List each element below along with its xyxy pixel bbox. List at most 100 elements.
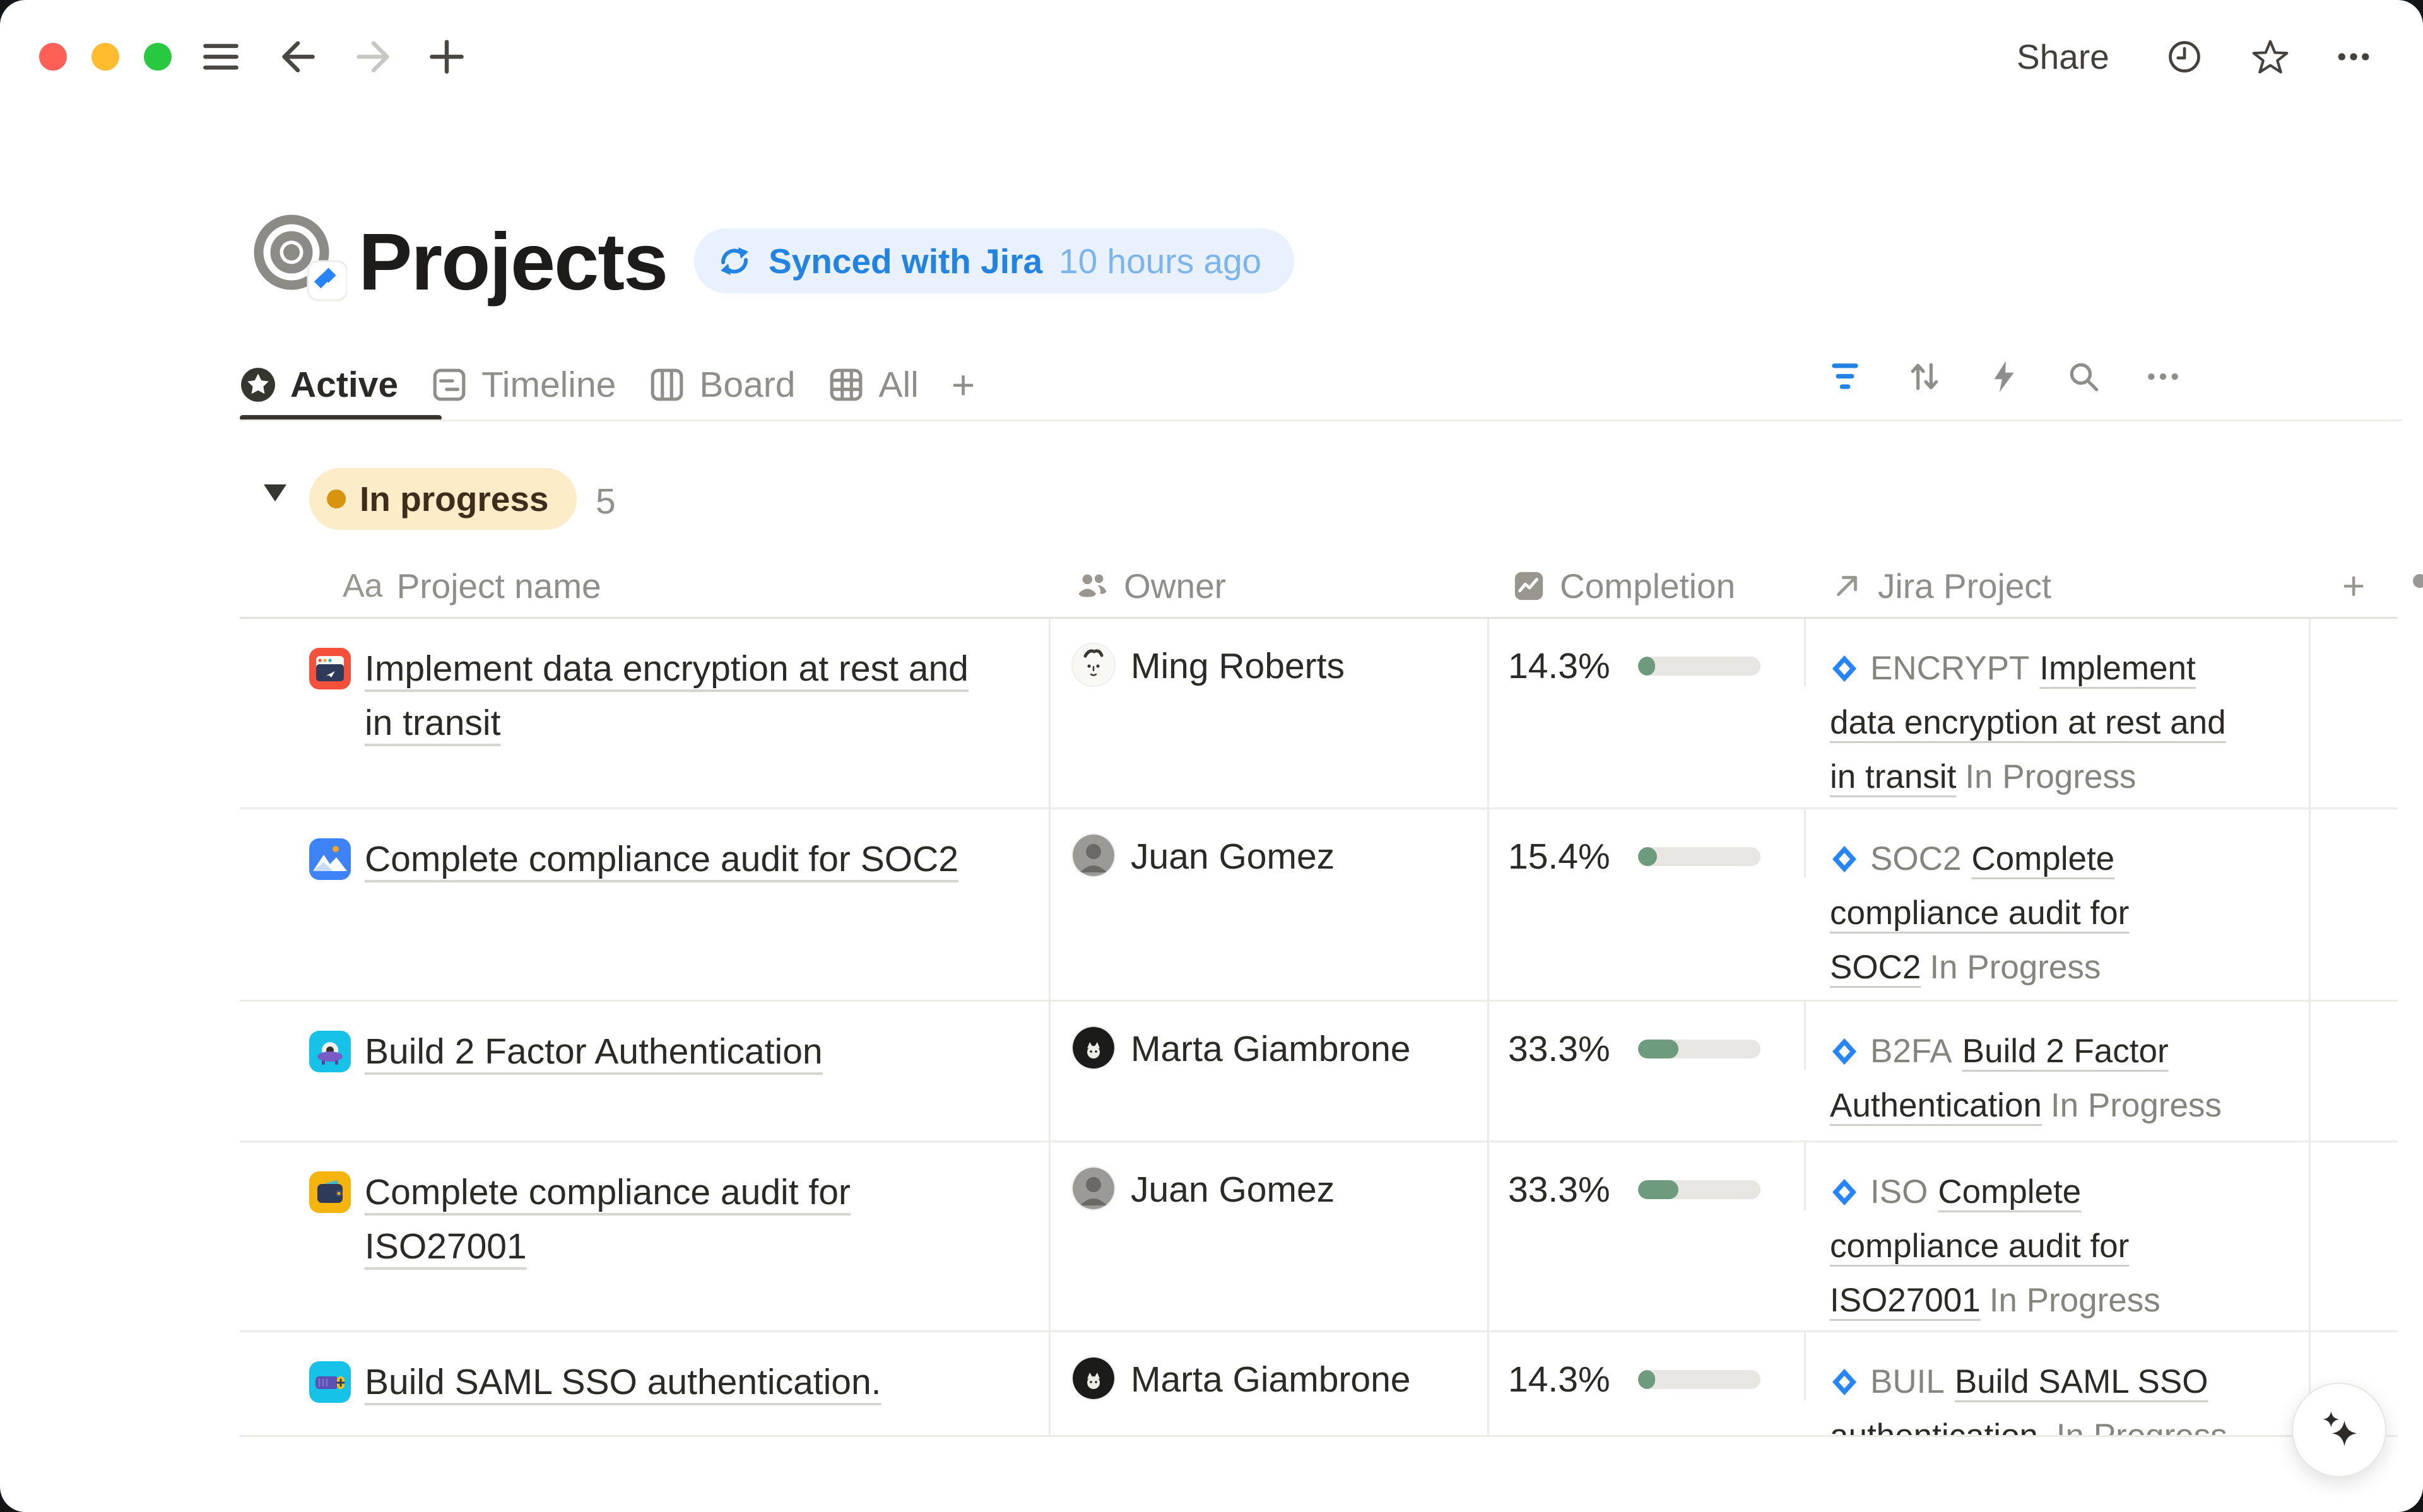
view-tabs: Active Timeline Board All +	[240, 353, 975, 416]
completion-cell: 33.3%	[1489, 1002, 1806, 1070]
jira-project-cell: ISOComplete compliance audit for ISO2700…	[1806, 1142, 2311, 1330]
jira-key: BUIL	[1870, 1363, 1945, 1400]
completion-percent: 14.3%	[1508, 1359, 1610, 1400]
share-button[interactable]: Share	[2017, 37, 2109, 77]
column-header-project-name[interactable]: Aa Project name	[240, 555, 1051, 617]
jira-project-cell: BUILBuild SAML SSO authentication.In Pro…	[1806, 1332, 2311, 1435]
completion-cell: 14.3%	[1489, 1332, 1806, 1400]
table-row: Complete compliance audit for SOC2 Juan …	[240, 809, 2398, 1002]
jira-key: ISO	[1870, 1173, 1928, 1210]
history-clock-icon[interactable]	[2166, 38, 2203, 76]
owner-cell: Juan Gomez	[1051, 809, 1489, 1000]
sync-label: Synced with Jira	[769, 241, 1042, 281]
column-header-owner[interactable]: Owner	[1051, 555, 1489, 617]
table-header-row: Aa Project name Owner Completion Jira P	[240, 555, 2398, 619]
owner-cell: Ming Roberts	[1051, 619, 1489, 807]
sync-time: 10 hours ago	[1059, 241, 1261, 281]
jira-status: In Progress	[1990, 1282, 2161, 1319]
add-column-button[interactable]: +	[2311, 555, 2398, 617]
sync-arrows-icon	[717, 243, 752, 279]
jira-project-link[interactable]: ISOComplete compliance audit for ISO2700…	[1830, 1165, 2234, 1328]
completion-cell: 15.4%	[1489, 809, 1806, 877]
page-title[interactable]: Projects	[358, 216, 667, 308]
project-name-cell: Build 2 Factor Authentication	[240, 1002, 1051, 1140]
completion-percent: 14.3%	[1508, 645, 1610, 687]
tab-active[interactable]: Active	[240, 364, 398, 406]
jira-project-link[interactable]: ENCRYPTImplement data encryption at rest…	[1830, 642, 2234, 804]
status-dot-icon	[327, 489, 346, 508]
jira-status: In Progress	[2051, 1087, 2222, 1124]
close-window-button[interactable]	[39, 43, 67, 71]
completion-bar	[1638, 847, 1760, 866]
completion-cell: 33.3%	[1489, 1142, 1806, 1210]
view-more-icon[interactable]	[2145, 358, 2181, 395]
notion-window: Share Projects Synced with Jira 10 hours…	[0, 0, 2423, 1512]
search-icon[interactable]	[2065, 358, 2102, 395]
minimize-window-button[interactable]	[91, 43, 119, 71]
owner-name: Ming Roberts	[1131, 644, 1345, 688]
window-more-icon[interactable]	[2335, 38, 2373, 76]
arrow-up-right-icon	[1830, 569, 1864, 603]
projects-table: Aa Project name Owner Completion Jira P	[240, 555, 2398, 1437]
ai-assistant-button[interactable]	[2292, 1383, 2386, 1477]
owner-avatar	[1073, 835, 1114, 876]
jira-status: In Progress	[1930, 949, 2101, 986]
completion-bar	[1638, 657, 1760, 676]
table-row: Implement data encryption at rest and in…	[240, 619, 2398, 809]
owner-name: Marta Giambrone	[1131, 1357, 1411, 1402]
jira-project-link[interactable]: BUILBuild SAML SSO authentication.In Pro…	[1830, 1355, 2234, 1435]
jira-icon	[1830, 1169, 1859, 1198]
project-name-link[interactable]: Implement data encryption at rest and in…	[365, 642, 996, 750]
owner-cell: Juan Gomez	[1051, 1142, 1489, 1330]
zoom-window-button[interactable]	[144, 43, 172, 71]
project-name-link[interactable]: Complete compliance audit for SOC2	[365, 832, 996, 886]
more-columns-indicator[interactable]	[2413, 574, 2423, 588]
table-grid-icon	[828, 366, 864, 403]
completion-bar	[1638, 1040, 1760, 1058]
project-icon[interactable]	[309, 648, 351, 689]
completion-bar	[1638, 1180, 1760, 1199]
empty-cell	[2311, 619, 2398, 807]
column-header-completion[interactable]: Completion	[1489, 555, 1806, 617]
jira-project-link[interactable]: SOC2Complete compliance audit for SOC2In…	[1830, 832, 2234, 995]
project-name-link[interactable]: Build 2 Factor Authentication	[365, 1024, 996, 1079]
group-collapse-toggle[interactable]	[264, 484, 286, 501]
new-tab-icon[interactable]	[428, 38, 466, 76]
automations-icon[interactable]	[1986, 358, 2022, 395]
add-view-button[interactable]: +	[952, 366, 975, 403]
jira-project-cell: ENCRYPTImplement data encryption at rest…	[1806, 619, 2311, 807]
owner-name: Juan Gomez	[1131, 835, 1335, 879]
text-property-icon: Aa	[343, 567, 383, 605]
project-icon[interactable]	[309, 1031, 351, 1072]
favorite-star-icon[interactable]	[2251, 38, 2289, 76]
jira-status: In Progress	[2056, 1417, 2227, 1435]
group-status-badge[interactable]: In progress	[309, 468, 577, 530]
project-name-link[interactable]: Complete compliance audit for ISO27001	[365, 1165, 996, 1274]
tab-board[interactable]: Board	[649, 364, 795, 406]
project-icon[interactable]	[309, 1361, 351, 1403]
filter-icon[interactable]	[1827, 358, 1863, 395]
chart-icon	[1512, 569, 1546, 603]
sidebar-menu-icon[interactable]	[202, 38, 240, 76]
forward-icon[interactable]	[355, 38, 392, 76]
tab-all[interactable]: All	[828, 364, 918, 406]
project-name-cell: Build SAML SSO authentication.	[240, 1332, 1051, 1435]
owner-name: Juan Gomez	[1131, 1168, 1335, 1212]
project-icon[interactable]	[309, 1171, 351, 1213]
tab-timeline[interactable]: Timeline	[431, 364, 616, 406]
sort-icon[interactable]	[1906, 358, 1943, 395]
timeline-icon	[431, 366, 468, 403]
column-header-jira-project[interactable]: Jira Project	[1806, 555, 2311, 617]
group-count: 5	[596, 481, 616, 522]
owner-avatar	[1073, 1168, 1114, 1209]
jira-project-cell: B2FABuild 2 Factor AuthenticationIn Prog…	[1806, 1002, 2311, 1140]
jira-sync-badge[interactable]: Synced with Jira 10 hours ago	[694, 228, 1294, 293]
jira-project-cell: SOC2Complete compliance audit for SOC2In…	[1806, 809, 2311, 1000]
page-icon-target[interactable]	[252, 213, 347, 308]
project-name-link[interactable]: Build SAML SSO authentication.	[365, 1355, 996, 1409]
jira-icon	[1830, 836, 1859, 865]
jira-project-link[interactable]: B2FABuild 2 Factor AuthenticationIn Prog…	[1830, 1024, 2234, 1133]
project-icon[interactable]	[309, 838, 351, 880]
empty-cell	[2311, 809, 2398, 1000]
back-icon[interactable]	[279, 38, 317, 76]
